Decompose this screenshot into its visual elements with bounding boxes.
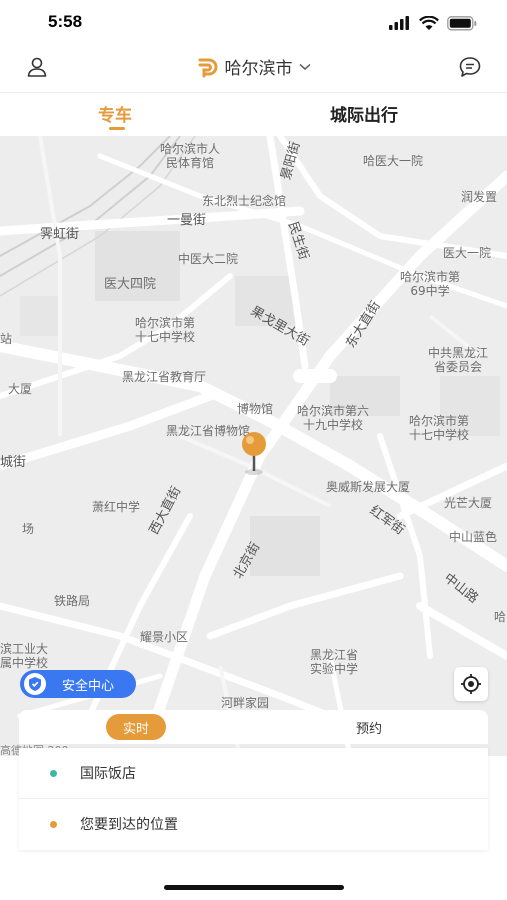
trip-card: 国际饭店 您要到达的位置 [19,748,488,850]
map-label: 奥威斯发展大厦 [326,480,411,494]
active-tab-indicator [109,127,125,130]
chevron-down-icon [298,63,311,70]
map-label: 哈尔滨市第 69中学 [400,270,461,298]
tab-intercity[interactable]: 城际出行 [330,101,398,126]
location-pin[interactable] [234,431,274,477]
map-label: 中山蓝色 [449,530,498,544]
home-indicator[interactable] [164,885,344,890]
pickup-row[interactable]: 国际饭店 [19,748,488,799]
map-label: 医大一院 [443,246,492,260]
pickup-dot-icon [50,769,57,777]
safety-center-button[interactable]: 安全中心 [20,670,136,698]
status-icons [389,13,477,33]
street-label: 一曼街 [167,213,207,228]
destination-row[interactable]: 您要到达的位置 [19,799,488,849]
street-label: 霁虹街 [40,227,80,242]
messages-button[interactable] [455,52,485,82]
map-label: 哈尔滨市第 十七中学校 [409,414,470,442]
city-selector[interactable]: 哈尔滨市 [0,54,507,79]
service-tabs: 专车 城际出行 [0,92,507,137]
tab-realtime[interactable]: 实时 [106,714,166,740]
pickup-location: 国际饭店 [80,766,136,782]
map-label: 博物馆 [237,402,274,416]
map-label: 哈尔滨市人 民体育馆 [160,142,221,170]
map-label: 哈 [494,610,507,624]
locate-me-button[interactable] [454,667,488,701]
wifi-icon [419,15,439,30]
map-label: 哈医大一院 [363,154,424,168]
status-time: 5:58 [48,12,83,31]
shield-icon [24,673,46,695]
tab-reserve[interactable]: 预约 [356,718,382,737]
map-label: 铁路局 [54,594,91,608]
map-label: 耀景小区 [140,630,189,644]
destination-input: 您要到达的位置 [80,817,178,833]
brand-logo-icon [198,58,217,77]
ride-mode-tabs: 实时 预约 [19,710,488,744]
map-label: 站 [0,332,13,346]
message-icon [459,57,481,77]
map-label: 中医大二院 [178,252,239,266]
map-label: 医大四院 [104,277,157,292]
cellular-signal-icon [389,16,409,30]
map-label: 场 [22,522,35,536]
map-label: 黑龙江省教育厅 [122,370,207,384]
battery-icon [447,15,477,30]
map-label: 哈尔滨市第六 十九中学校 [297,404,370,432]
app-header: 哈尔滨市 [0,44,507,90]
street-label: 城街 [0,455,27,470]
map-label: 润发置 [461,190,498,204]
map-label: 中共黑龙江 省委员会 [428,346,489,374]
map-label: 滨工业大 属中学校 [0,642,49,670]
map-label: 光芒大厦 [444,496,493,510]
status-bar: 5:58 [0,0,507,44]
map-label: 东北烈士纪念馆 [202,194,287,208]
map-label: 萧红中学 [92,500,141,514]
map-label: 黑龙江省 实验中学 [310,648,359,676]
destination-dot-icon [50,820,57,828]
map-pin-icon [242,432,266,475]
tab-premium-car[interactable]: 专车 [98,101,132,126]
map-label: 哈尔滨市第 十七中学校 [135,316,196,344]
map-label: 河畔家园 [221,696,270,710]
city-name: 哈尔滨市 [224,59,293,79]
safety-center-label: 安全中心 [62,678,115,694]
locate-icon [461,674,481,694]
map-label: 大厦 [8,382,33,396]
